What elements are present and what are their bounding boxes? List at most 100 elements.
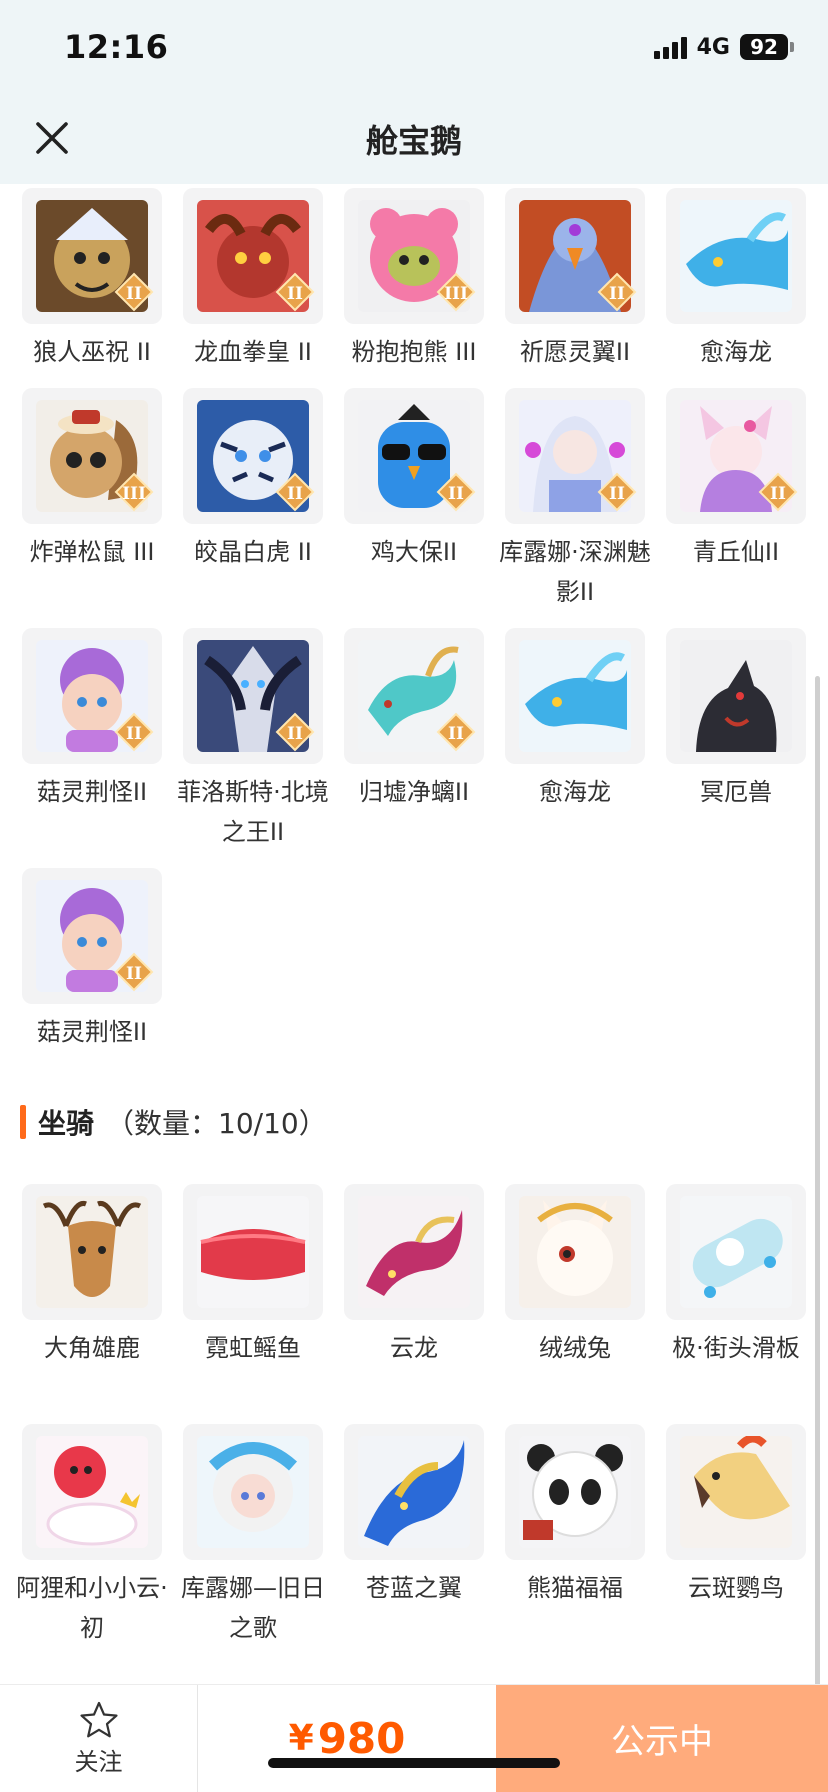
mount-card[interactable]: 大角雄鹿	[22, 1184, 162, 1368]
pet-name: 愈海龙	[700, 338, 772, 366]
mount-name: 苍蓝之翼	[366, 1574, 462, 1602]
mount-thumbnail	[344, 1424, 484, 1560]
mount-thumbnail	[183, 1184, 323, 1320]
top-bar: 12:16 4G 92 舱宝鹅	[0, 0, 828, 184]
scrollbar[interactable]	[815, 676, 820, 1710]
pet-thumbnail: II	[183, 388, 323, 524]
pet-thumbnail: II	[22, 628, 162, 764]
mount-card[interactable]: 云斑鹦鸟	[666, 1424, 806, 1608]
pet-card[interactable]: II 归墟净螭II	[344, 628, 484, 812]
mount-name: 云龙	[390, 1334, 438, 1362]
pet-name: 粉抱抱熊 III	[351, 338, 477, 366]
tier-badge-icon: II	[436, 712, 476, 752]
pet-card[interactable]: II 祈愿灵翼II	[505, 188, 645, 372]
status-button[interactable]: 公示中	[496, 1685, 828, 1792]
pet-card[interactable]: 冥厄兽	[666, 628, 806, 812]
mount-card[interactable]: 绒绒兔	[505, 1184, 645, 1368]
pet-name: 归墟净螭II	[358, 778, 470, 806]
pet-card[interactable]: III 粉抱抱熊 III	[344, 188, 484, 372]
svg-text:II: II	[287, 484, 303, 504]
mount-card[interactable]: 苍蓝之翼	[344, 1424, 484, 1608]
svg-text:II: II	[448, 724, 464, 744]
mount-card[interactable]: 阿狸和小小云·初	[16, 1424, 168, 1648]
pet-card[interactable]: II 狼人巫祝 II	[22, 188, 162, 372]
pet-thumbnail: II	[183, 628, 323, 764]
pet-card[interactable]: II 菲洛斯特·北境之王II	[177, 628, 329, 852]
pet-card[interactable]: II 菇灵荆怪II	[22, 628, 162, 812]
mount-card[interactable]: 极·街头滑板	[666, 1184, 806, 1368]
mount-card[interactable]: 霓虹鳐鱼	[183, 1184, 323, 1368]
follow-button[interactable]: 关注	[0, 1685, 198, 1792]
pet-name: 炸弹松鼠 III	[29, 538, 155, 566]
mount-section-header: 坐骑 （数量：10/10）	[20, 1102, 327, 1142]
svg-text:II: II	[770, 484, 786, 504]
parrot-icon	[680, 1436, 792, 1548]
tier-badge-icon: II	[275, 472, 315, 512]
pet-card[interactable]: 愈海龙	[666, 188, 806, 372]
svg-text:II: II	[126, 724, 142, 744]
price-symbol: ¥	[288, 1718, 314, 1759]
mount-card[interactable]: 库露娜—旧日之歌	[181, 1424, 325, 1648]
bottom-action-bar: 关注 ¥ 980 公示中	[0, 1684, 828, 1792]
pet-name: 狼人巫祝 II	[33, 338, 151, 366]
svg-text:II: II	[126, 284, 142, 304]
mount-thumbnail	[505, 1184, 645, 1320]
pet-name: 青丘仙II	[692, 538, 780, 566]
pet-thumbnail	[505, 628, 645, 764]
azure-wing-icon	[358, 1436, 470, 1548]
pet-thumbnail: II	[22, 868, 162, 1004]
mount-name: 霓虹鳐鱼	[205, 1334, 301, 1362]
pet-thumbnail	[666, 628, 806, 764]
pet-thumbnail: II	[183, 188, 323, 324]
mount-name: 熊猫福福	[527, 1574, 623, 1602]
price-display: ¥ 980	[198, 1685, 496, 1792]
svg-text:II: II	[609, 484, 625, 504]
tier-badge-icon: III	[436, 272, 476, 312]
mount-card[interactable]: 熊猫福福	[505, 1424, 645, 1608]
mount-thumbnail	[344, 1184, 484, 1320]
stag-icon	[36, 1196, 148, 1308]
app-root: 12:16 4G 92 舱宝鹅 II 狼人巫祝 II II 龙血拳皇 II III 粉抱抱…	[0, 0, 828, 1792]
home-indicator	[268, 1758, 560, 1768]
tier-badge-icon: II	[597, 472, 637, 512]
ali-fox-icon	[36, 1436, 148, 1548]
section-count: （数量：10/10）	[106, 1107, 327, 1140]
pet-name: 皎晶白虎 II	[194, 538, 312, 566]
pet-card[interactable]: 愈海龙	[505, 628, 645, 812]
page-title: 舱宝鹅	[365, 122, 462, 160]
tier-badge-icon: III	[114, 472, 154, 512]
dark-beast-icon	[680, 640, 792, 752]
pet-name: 龙血拳皇 II	[194, 338, 312, 366]
svg-text:III: III	[444, 284, 468, 304]
pet-thumbnail: III	[22, 388, 162, 524]
section-title: 坐骑	[38, 1107, 95, 1140]
pet-card[interactable]: II 青丘仙II	[666, 388, 806, 572]
pet-card[interactable]: II 龙血拳皇 II	[183, 188, 323, 372]
kuluna-song-icon	[197, 1436, 309, 1548]
mount-thumbnail	[183, 1424, 323, 1560]
manta-ray-icon	[197, 1196, 309, 1308]
price-value: 980	[317, 1714, 406, 1763]
mount-thumbnail	[505, 1424, 645, 1560]
status-time: 12:16	[64, 28, 169, 66]
pet-card[interactable]: III 炸弹松鼠 III	[22, 388, 162, 572]
pet-card[interactable]: II 库露娜·深渊魅影II	[499, 388, 651, 612]
pet-card[interactable]: II 鸡大保II	[344, 388, 484, 572]
mount-name: 库露娜—旧日之歌	[181, 1574, 325, 1642]
pet-card[interactable]: II 皎晶白虎 II	[183, 388, 323, 572]
svg-text:II: II	[287, 724, 303, 744]
mount-name: 阿狸和小小云·初	[16, 1574, 168, 1642]
pet-thumbnail: III	[344, 188, 484, 324]
mount-name: 极·街头滑板	[672, 1334, 800, 1362]
mount-card[interactable]: 云龙	[344, 1184, 484, 1368]
mount-name: 大角雄鹿	[44, 1334, 140, 1362]
follow-label: 关注	[74, 1748, 123, 1776]
status-indicators: 4G 92	[653, 34, 794, 60]
pet-name: 菇灵荆怪II	[36, 778, 148, 806]
pet-name: 库露娜·深渊魅影II	[499, 538, 651, 606]
mount-thumbnail	[666, 1424, 806, 1560]
pet-card[interactable]: II 菇灵荆怪II	[22, 868, 162, 1052]
svg-text:II: II	[609, 284, 625, 304]
star-icon	[79, 1701, 118, 1738]
pet-thumbnail	[666, 188, 806, 324]
